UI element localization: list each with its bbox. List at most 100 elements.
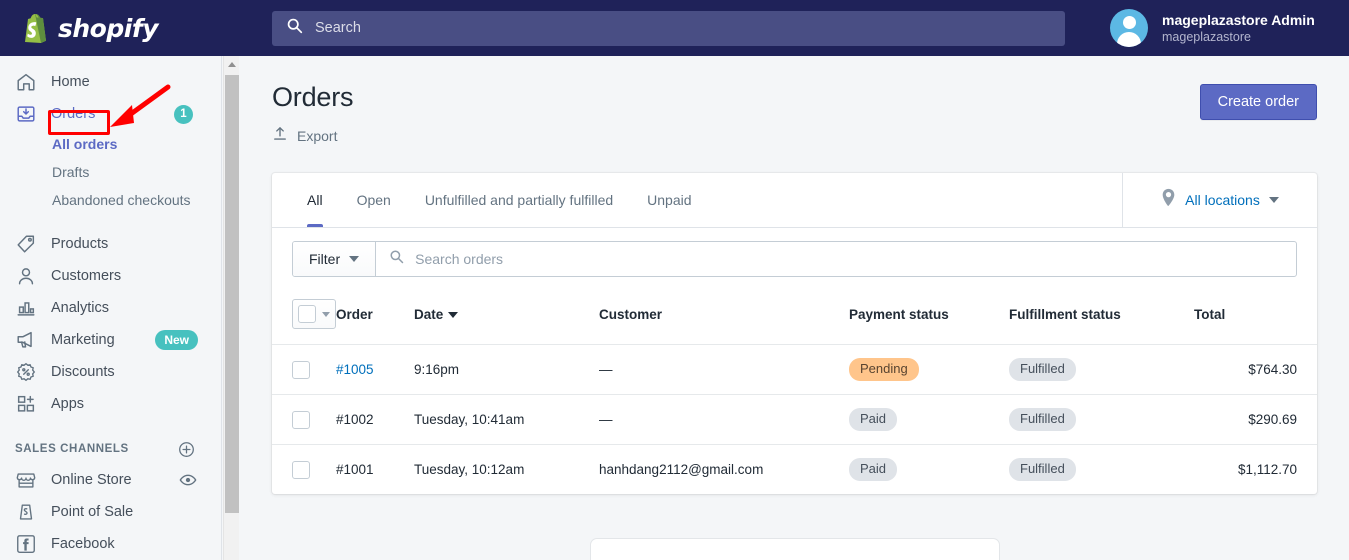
row-checkbox[interactable] [292, 460, 310, 479]
sidebar-scrollbar[interactable] [223, 56, 239, 560]
shopify-logo[interactable]: shopify [0, 0, 240, 56]
sidebar-item-label: Facebook [51, 536, 115, 552]
scrollbar-thumb[interactable] [225, 75, 239, 513]
scroll-up-button[interactable] [224, 56, 240, 73]
products-icon [15, 233, 37, 255]
orders-table: Order Date Customer Payment status Fulfi… [272, 290, 1317, 494]
location-pin-icon [1161, 188, 1176, 212]
cell-customer: — [599, 394, 849, 445]
tab-open[interactable]: Open [340, 173, 408, 227]
user-name: mageplazastore Admin [1162, 11, 1315, 28]
sidebar-subitem-label: Drafts [52, 164, 90, 180]
filter-label: Filter [309, 251, 341, 267]
sidebar-item-orders[interactable]: Orders 1 [0, 98, 221, 130]
column-header-order[interactable]: Order [336, 290, 414, 345]
search-icon [389, 249, 404, 269]
orders-card: All Open Unfulfilled and partially fulfi… [272, 173, 1317, 494]
add-sales-channel-icon[interactable] [178, 441, 195, 458]
online-store-icon [15, 469, 37, 491]
sidebar-subitem-all-orders[interactable]: All orders [0, 130, 221, 158]
apps-icon [15, 393, 37, 415]
sidebar-item-point-of-sale[interactable]: Point of Sale [0, 496, 221, 528]
row-checkbox-cell [272, 344, 336, 395]
search-icon [286, 17, 303, 39]
chevron-down-icon[interactable] [322, 311, 330, 317]
cell-date: 9:16pm [414, 344, 599, 395]
export-button[interactable]: Export [272, 125, 337, 147]
table-row[interactable]: #1002 Tuesday, 10:41am — Paid Fulfilled … [272, 394, 1317, 445]
select-all-checkbox[interactable] [292, 299, 336, 329]
table-row[interactable]: #1001 Tuesday, 10:12am hanhdang2112@gmai… [272, 445, 1317, 495]
tab-label: Unpaid [647, 192, 692, 208]
table-row[interactable]: #1005 9:16pm — Pending Fulfilled $764.30 [272, 344, 1317, 395]
sidebar-item-facebook[interactable]: Facebook [0, 528, 221, 560]
sidebar-item-home[interactable]: Home [0, 66, 221, 98]
tab-label: Unfulfilled and partially fulfilled [424, 192, 614, 208]
row-checkbox[interactable] [292, 410, 310, 429]
search-input[interactable]: Search [272, 10, 1065, 46]
column-header-payment-status[interactable]: Payment status [849, 290, 1009, 345]
row-checkbox-cell [272, 394, 336, 445]
sidebar-item-label: Products [51, 236, 109, 252]
sidebar: Home Orders 1 All orders Drafts Abandone… [0, 56, 222, 560]
cell-payment-status: Paid [849, 394, 1009, 445]
locations-selector[interactable]: All locations [1122, 173, 1317, 227]
cell-fulfillment-status: Fulfilled [1009, 394, 1194, 445]
cell-payment-status: Paid [849, 445, 1009, 495]
row-checkbox[interactable] [292, 360, 310, 379]
sidebar-item-products[interactable]: Products [0, 228, 221, 260]
user-menu[interactable]: mageplazastore Admin mageplazastore [1090, 0, 1349, 56]
cell-date: Tuesday, 10:41am [414, 394, 599, 445]
search-orders-input[interactable]: Search orders [376, 242, 1296, 276]
locations-label: All locations [1185, 192, 1260, 208]
global-search: Search [272, 10, 1065, 46]
sidebar-item-analytics[interactable]: Analytics [0, 292, 221, 324]
sidebar-item-customers[interactable]: Customers [0, 260, 221, 292]
tab-unfulfilled-and-partially-fulfilled[interactable]: Unfulfilled and partially fulfilled [408, 173, 630, 227]
main-content: Orders Export Create order All Open Unfu… [240, 56, 1349, 560]
sidebar-item-online-store[interactable]: Online Store [0, 464, 221, 496]
status-badge-payment: Paid [849, 458, 898, 481]
order-tabs: All Open Unfulfilled and partially fulfi… [272, 173, 1122, 227]
sidebar-subitem-label: Abandoned checkouts [52, 192, 191, 208]
page-header: Orders Export Create order [240, 56, 1349, 147]
select-all-header [272, 290, 336, 345]
status-badge-fulfillment: Fulfilled [1009, 408, 1076, 431]
sidebar-subitem-abandoned-checkouts[interactable]: Abandoned checkouts [0, 186, 221, 214]
bottom-partial-card [590, 538, 1000, 560]
column-header-customer[interactable]: Customer [599, 290, 849, 345]
column-header-total[interactable]: Total [1194, 290, 1317, 345]
tab-label: Open [356, 192, 391, 208]
create-order-button[interactable]: Create order [1199, 84, 1317, 120]
cell-total: $1,112.70 [1237, 462, 1297, 477]
column-header-fulfillment-status[interactable]: Fulfillment status [1009, 290, 1194, 345]
chevron-down-icon [1268, 197, 1279, 203]
sidebar-item-label: Point of Sale [51, 504, 134, 520]
order-link[interactable]: #1002 [336, 412, 374, 427]
sales-channels-label: SALES CHANNELS [15, 443, 129, 455]
order-link[interactable]: #1005 [336, 362, 374, 377]
tab-all[interactable]: All [290, 173, 340, 227]
filter-button[interactable]: Filter [293, 242, 377, 276]
shopify-admin-screen: shopify Search mageplazastore Admin mage… [0, 0, 1349, 560]
table-head: Order Date Customer Payment status Fulfi… [272, 290, 1317, 345]
sidebar-item-discounts[interactable]: Discounts [0, 356, 221, 388]
orders-count-badge: 1 [174, 104, 193, 124]
avatar [1110, 9, 1148, 47]
order-link[interactable]: #1001 [336, 462, 374, 477]
sidebar-item-apps[interactable]: Apps [0, 388, 221, 420]
column-header-date[interactable]: Date [414, 290, 599, 345]
sidebar-item-marketing[interactable]: Marketing New [0, 324, 221, 356]
checkbox-box[interactable] [298, 305, 316, 323]
sidebar-item-label: Online Store [51, 472, 132, 488]
upload-icon [272, 125, 288, 147]
eye-icon[interactable] [179, 471, 197, 489]
tab-unpaid[interactable]: Unpaid [630, 173, 708, 227]
user-text: mageplazastore Admin mageplazastore [1162, 12, 1315, 45]
sort-descending-icon [448, 311, 459, 318]
sidebar-subitem-drafts[interactable]: Drafts [0, 158, 221, 186]
cell-fulfillment-status: Fulfilled [1009, 344, 1194, 395]
status-badge-payment: Paid [849, 408, 898, 431]
